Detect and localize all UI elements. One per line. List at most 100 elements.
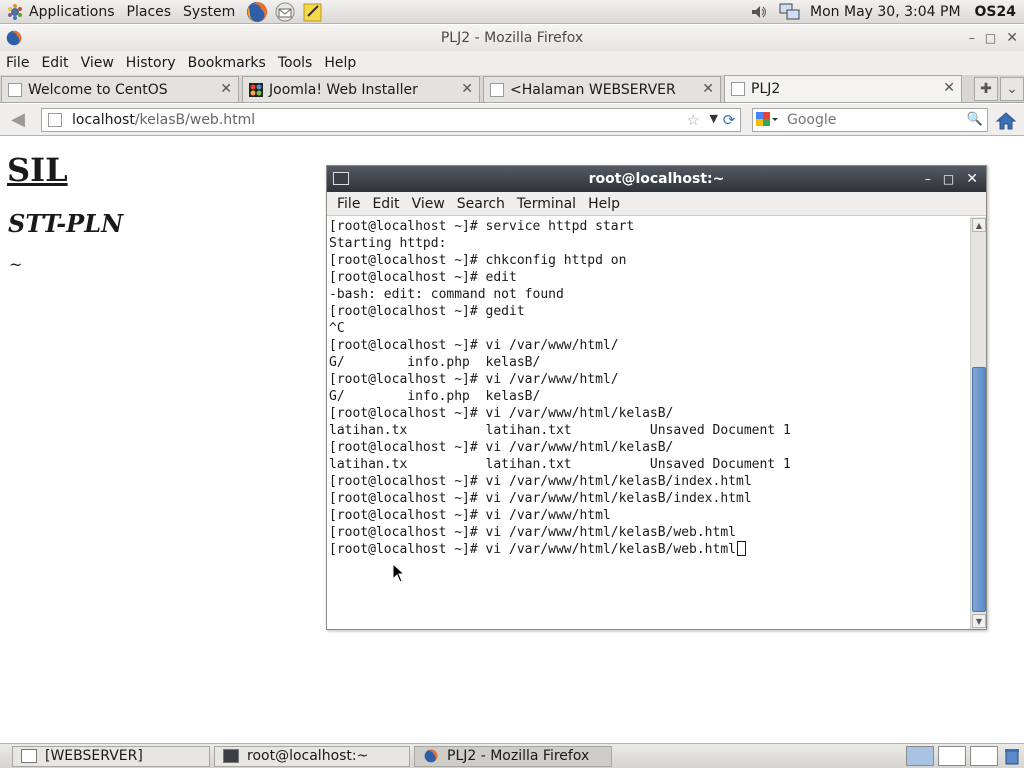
tab-joomla-installer[interactable]: Joomla! Web Installer ✕	[242, 76, 480, 102]
maximize-icon[interactable]: □	[985, 31, 996, 45]
terminal-cursor	[737, 541, 746, 556]
firefox-menubar: File Edit View History Bookmarks Tools H…	[0, 51, 1024, 75]
new-tab-button[interactable]: ✚	[974, 77, 998, 101]
volume-icon[interactable]	[748, 1, 770, 23]
mail-launcher[interactable]	[273, 0, 297, 24]
home-button[interactable]	[994, 110, 1018, 132]
window-controls: – □ ✕	[969, 25, 1018, 51]
scroll-down-icon[interactable]: ▼	[972, 614, 986, 628]
taskbar-item-terminal[interactable]: root@localhost:~	[214, 745, 410, 767]
tab-close-icon[interactable]: ✕	[220, 81, 232, 97]
places-menu[interactable]: Places	[121, 0, 178, 24]
terminal-current-input: [root@localhost ~]# vi /var/www/html/kel…	[329, 542, 736, 557]
terminal-window[interactable]: root@localhost:~ – □ ✕ File Edit View Se…	[326, 165, 987, 630]
bookmark-star-icon[interactable]: ☆	[687, 111, 700, 129]
navigation-bar: ◀ localhost/kelasB/web.html ☆ ▼ ⟳ 🔍	[0, 104, 1024, 136]
taskbar-label: [WEBSERVER]	[45, 748, 143, 764]
terminal-menu-edit[interactable]: Edit	[366, 196, 405, 212]
google-engine-icon[interactable]	[753, 109, 781, 131]
window-icon	[21, 749, 37, 763]
taskbar-item-firefox[interactable]: PLJ2 - Mozilla Firefox	[414, 745, 612, 767]
menu-edit[interactable]: Edit	[35, 55, 74, 71]
workspace-2[interactable]	[938, 746, 966, 766]
network-icon[interactable]	[778, 1, 802, 23]
maximize-icon[interactable]: □	[943, 172, 954, 186]
terminal-line: [root@localhost ~]# vi /var/www/html	[329, 508, 611, 523]
workspace-1[interactable]	[906, 746, 934, 766]
blank-page-icon	[731, 82, 745, 96]
url-history-dropdown-icon[interactable]: ▼	[710, 112, 718, 125]
firefox-titlebar[interactable]: PLJ2 - Mozilla Firefox – □ ✕	[0, 25, 1024, 51]
terminal-line: [root@localhost ~]# vi /var/www/html/kel…	[329, 525, 736, 540]
tab-close-icon[interactable]: ✕	[702, 81, 714, 97]
menu-bookmarks[interactable]: Bookmarks	[182, 55, 272, 71]
terminal-line: latihan.tx latihan.txt Unsaved Document …	[329, 423, 791, 438]
terminal-menu-file[interactable]: File	[331, 196, 366, 212]
terminal-menu-view[interactable]: View	[406, 196, 451, 212]
terminal-menubar: File Edit View Search Terminal Help	[327, 192, 986, 216]
search-input[interactable]	[787, 112, 957, 128]
terminal-output[interactable]: [root@localhost ~]# service httpd start S…	[327, 217, 970, 629]
clock[interactable]: Mon May 30, 3:04 PM	[802, 4, 975, 20]
list-tabs-button[interactable]: ⌄	[1000, 77, 1024, 101]
menu-help[interactable]: Help	[318, 55, 362, 71]
workspace-3[interactable]	[970, 746, 998, 766]
menu-history[interactable]: History	[120, 55, 182, 71]
tab-welcome-centos[interactable]: Welcome to CentOS ✕	[1, 76, 239, 102]
tab-label: PLJ2	[751, 81, 781, 97]
terminal-titlebar[interactable]: root@localhost:~ – □ ✕	[327, 166, 986, 192]
terminal-line: [root@localhost ~]# vi /var/www/html/	[329, 372, 619, 387]
page-heading: SIL	[7, 151, 68, 189]
menu-tools[interactable]: Tools	[272, 55, 319, 71]
reload-icon[interactable]: ⟳	[720, 111, 738, 129]
firefox-launcher[interactable]	[245, 0, 269, 24]
search-bar[interactable]: 🔍	[752, 108, 988, 132]
terminal-prompt-line[interactable]: [root@localhost ~]# vi /var/www/html/kel…	[329, 541, 970, 558]
site-identity-icon[interactable]	[48, 113, 62, 127]
tab-plj2[interactable]: PLJ2 ✕	[724, 75, 962, 102]
terminal-line: [root@localhost ~]# gedit	[329, 304, 525, 319]
top-panel: Applications Places System Mon May 30, 3…	[0, 0, 1024, 24]
minimize-icon[interactable]: –	[969, 31, 975, 45]
scroll-up-icon[interactable]: ▲	[972, 218, 986, 232]
system-menu[interactable]: System	[177, 0, 241, 24]
google-g-icon	[756, 112, 778, 126]
terminal-window-controls: – □ ✕	[925, 166, 978, 192]
terminal-line: [root@localhost ~]# edit	[329, 270, 517, 285]
back-button[interactable]: ◀	[6, 108, 30, 132]
close-icon[interactable]: ✕	[1006, 30, 1018, 46]
menu-file[interactable]: File	[0, 55, 35, 71]
terminal-scrollbar[interactable]: ▲ ▼	[970, 217, 986, 629]
trash-icon[interactable]	[1002, 746, 1022, 766]
tab-halaman-webserver[interactable]: <Halaman WEBSERVER ✕	[483, 76, 721, 102]
notes-icon	[303, 3, 322, 21]
taskbar-item-webserver[interactable]: [WEBSERVER]	[12, 745, 210, 767]
terminal-menu-terminal[interactable]: Terminal	[511, 196, 582, 212]
terminal-menu-help[interactable]: Help	[582, 196, 626, 212]
terminal-title: root@localhost:~	[588, 171, 725, 187]
search-binoculars-icon[interactable]: 🔍	[967, 112, 983, 127]
terminal-line: [root@localhost ~]# vi /var/www/html/kel…	[329, 474, 752, 489]
workspace-switcher	[906, 746, 1022, 766]
places-label: Places	[126, 3, 172, 20]
close-icon[interactable]: ✕	[966, 171, 978, 187]
minimize-icon[interactable]: –	[925, 172, 931, 186]
chevron-down-icon: ⌄	[1006, 81, 1018, 97]
tab-close-icon[interactable]: ✕	[461, 81, 473, 97]
scrollbar-thumb[interactable]	[972, 367, 986, 612]
tab-label: <Halaman WEBSERVER	[510, 81, 676, 98]
terminal-icon[interactable]	[333, 172, 349, 185]
mail-icon	[275, 2, 295, 21]
window-title: PLJ2 - Mozilla Firefox	[440, 30, 584, 46]
applications-menu[interactable]: Applications	[0, 0, 121, 24]
user-name[interactable]: OS24	[975, 4, 1024, 20]
bottom-panel: [WEBSERVER] root@localhost:~ PLJ2 - Mozi…	[0, 743, 1024, 768]
taskbar-label: PLJ2 - Mozilla Firefox	[447, 748, 590, 764]
terminal-line: G/ info.php kelasB/	[329, 389, 541, 404]
tab-tools: ✚ ⌄	[972, 77, 1024, 101]
terminal-menu-search[interactable]: Search	[451, 196, 511, 212]
notes-launcher[interactable]	[301, 0, 325, 24]
tab-close-icon[interactable]: ✕	[943, 80, 955, 96]
menu-view[interactable]: View	[75, 55, 120, 71]
url-bar[interactable]: localhost/kelasB/web.html ☆ ▼ ⟳	[41, 108, 741, 132]
